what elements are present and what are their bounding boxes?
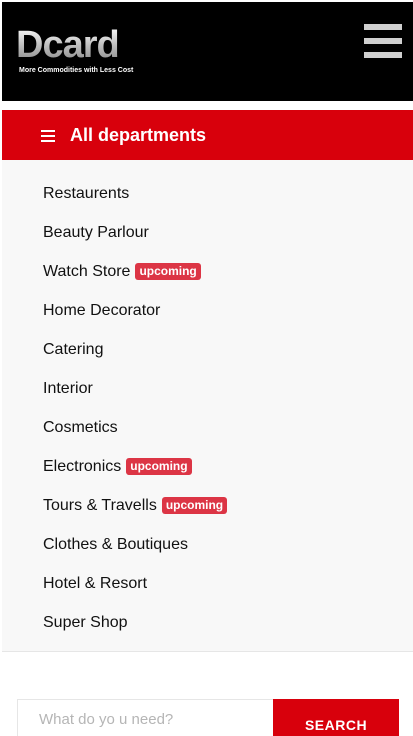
department-label: Tours & Travells bbox=[43, 496, 157, 514]
departments-title: All departments bbox=[70, 125, 207, 145]
department-item[interactable]: Super Shop bbox=[2, 603, 413, 642]
department-item[interactable]: Home Decorator bbox=[2, 291, 413, 330]
upcoming-badge: upcoming bbox=[126, 458, 192, 475]
department-item[interactable]: Interior bbox=[2, 369, 413, 408]
search-input[interactable] bbox=[17, 699, 273, 736]
logo-text: Dcard bbox=[16, 24, 120, 66]
page: Dcard More Commodities with Less Cost Al… bbox=[2, 2, 413, 736]
logo[interactable]: Dcard More Commodities with Less Cost bbox=[16, 26, 142, 76]
search-form: SEARCH bbox=[17, 699, 400, 736]
search-button[interactable]: SEARCH bbox=[273, 699, 399, 736]
department-label: Restaurents bbox=[43, 184, 130, 202]
departments-menu: Restaurents Beauty Parlour Watch Store upco… bbox=[2, 160, 413, 652]
department-item[interactable]: Watch Store upcoming bbox=[2, 252, 413, 291]
department-item[interactable]: Clothes & Boutiques bbox=[2, 525, 413, 564]
department-label: Cosmetics bbox=[43, 418, 118, 436]
hamburger-icon[interactable] bbox=[364, 24, 402, 60]
upcoming-badge: upcoming bbox=[161, 497, 228, 514]
departments-list: Restaurents Beauty Parlour Watch Store upco… bbox=[2, 160, 413, 642]
department-label: Hotel & Resort bbox=[43, 574, 148, 592]
department-label: Super Shop bbox=[43, 613, 128, 631]
department-item[interactable]: Hotel & Resort bbox=[2, 564, 413, 603]
department-label: Catering bbox=[43, 340, 104, 358]
all-departments-toggle[interactable]: All departments bbox=[2, 110, 413, 160]
department-label: Interior bbox=[43, 379, 93, 397]
department-label: Beauty Parlour bbox=[43, 223, 149, 241]
logo-tagline: More Commodities with Less Cost bbox=[19, 67, 134, 74]
site-header: Dcard More Commodities with Less Cost bbox=[2, 2, 413, 101]
department-item[interactable]: Cosmetics bbox=[2, 408, 413, 447]
department-item[interactable]: Electronics upcoming bbox=[2, 447, 413, 486]
department-item[interactable]: Catering bbox=[2, 330, 413, 369]
list-icon bbox=[41, 130, 55, 142]
department-item[interactable]: Tours & Travells upcoming bbox=[2, 486, 413, 525]
department-label: Home Decorator bbox=[43, 301, 161, 319]
department-label: Clothes & Boutiques bbox=[43, 535, 188, 553]
department-label: Electronics bbox=[43, 457, 122, 475]
department-item[interactable]: Beauty Parlour bbox=[2, 213, 413, 252]
department-label: Watch Store bbox=[43, 262, 131, 280]
department-item[interactable]: Restaurents bbox=[2, 174, 413, 213]
upcoming-badge: upcoming bbox=[135, 263, 201, 280]
